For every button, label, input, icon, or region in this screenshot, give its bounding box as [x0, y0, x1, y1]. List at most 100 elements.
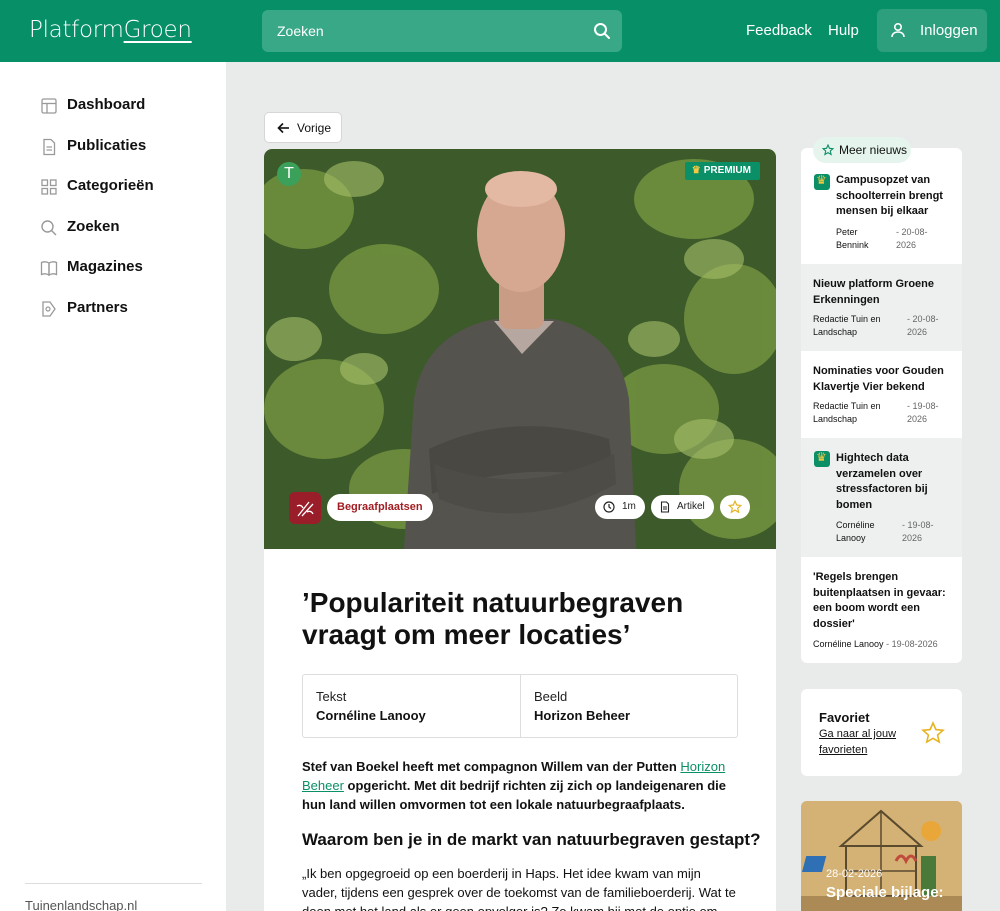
favorites-title: Favoriet	[819, 710, 870, 725]
article-lead: Stef van Boekel heeft met compagnon Will…	[302, 757, 738, 814]
news-date: - 20-08-2026	[907, 313, 952, 338]
arrow-left-icon	[277, 122, 290, 134]
credit-value: Cornéline Lanooy	[316, 708, 426, 723]
news-item[interactable]: ♛ Hightech data verzamelen over stressfa…	[801, 438, 962, 557]
credit-value: Horizon Beheer	[534, 708, 630, 723]
lead-text-2: opgericht. Met dit bedrijf richten zij z…	[302, 778, 726, 812]
sidebar-item-dashboard[interactable]: Dashboard	[40, 95, 210, 117]
publisher-badge: T	[277, 162, 301, 186]
logo-text-platform: Platform	[29, 17, 124, 43]
premium-crown-icon: ♛	[814, 174, 830, 190]
news-author: Redactie Tuin en Landschap	[813, 313, 893, 338]
sidebar-item-zoeken[interactable]: Zoeken	[40, 217, 210, 239]
sidebar-item-magazines[interactable]: Magazines	[40, 257, 210, 279]
logo[interactable]: PlatformGroen	[29, 17, 192, 43]
book-icon	[40, 259, 58, 277]
premium-label: PREMIUM	[704, 165, 751, 176]
top-bar: PlatformGroen Zoeken Feedback Hulp Inlog…	[0, 0, 1000, 62]
news-date: - 19-08-2026	[886, 639, 938, 649]
sidebar-item-label: Categorieën	[67, 177, 154, 194]
crown-icon: ♛	[692, 165, 701, 176]
hero-photo	[264, 149, 776, 549]
star-icon	[728, 500, 742, 514]
star-icon	[822, 144, 834, 156]
article-type: Artikel	[677, 495, 705, 519]
news-author: Cornéline Lanooy	[813, 639, 884, 649]
news-title: Nominaties voor Gouden Klavertje Vier be…	[813, 364, 951, 395]
clock-icon	[603, 501, 615, 513]
article-card: T ♛PREMIUM Begraafplaatsen 1m Artikel ’P…	[264, 149, 776, 911]
premium-crown-icon: ♛	[814, 451, 830, 467]
sidebar-divider	[25, 883, 202, 884]
read-time: 1m	[622, 495, 636, 519]
sidebar-footer-link[interactable]: Tuinenlandschap.nl	[25, 898, 137, 911]
feedback-link[interactable]: Feedback	[746, 22, 812, 39]
type-badge: Artikel	[651, 495, 714, 519]
news-author: Cornéline Lanooy	[836, 519, 891, 544]
news-item[interactable]: ♛ Campusopzet van schoolterrein brengt m…	[801, 170, 962, 264]
search-input[interactable]: Zoeken	[277, 23, 324, 39]
more-news-tab[interactable]: Meer nieuws	[813, 137, 911, 163]
document-icon	[659, 501, 671, 513]
partners-icon	[40, 300, 58, 318]
news-title: Nieuw platform Groene Erkenningen	[813, 277, 951, 308]
grid-icon	[40, 178, 58, 196]
logo-text-groen: Groen	[124, 17, 192, 43]
article-subheading: Waarom ben je in de markt van natuurbegr…	[302, 830, 760, 850]
news-date: - 19-08-2026	[907, 400, 952, 425]
magazine-card[interactable]: 28-02-2026 Speciale bijlage:	[801, 801, 962, 911]
magazine-title: Speciale bijlage:	[826, 884, 944, 901]
news-byline: Cornéline Lanooy - 19-08-2026	[813, 638, 953, 651]
document-icon	[40, 138, 58, 156]
news-date: - 19-08-2026	[902, 519, 947, 544]
search-icon	[40, 219, 58, 237]
sidebar-item-categorieen[interactable]: Categorieën	[40, 176, 210, 198]
search-bar[interactable]: Zoeken	[262, 10, 622, 52]
help-link[interactable]: Hulp	[828, 22, 859, 39]
credit-text: Tekst Cornéline Lanooy	[303, 675, 520, 737]
article-title: ’Populariteit natuurbegraven vraagt om m…	[302, 587, 732, 651]
sidebar-item-label: Magazines	[67, 258, 143, 275]
news-author: Redactie Tuin en Landschap	[813, 400, 893, 425]
lead-text-1: Stef van Boekel heeft met compagnon Will…	[302, 759, 680, 774]
login-button[interactable]: Inloggen	[877, 9, 987, 52]
login-label: Inloggen	[920, 22, 978, 39]
sidebar-item-label: Partners	[67, 299, 128, 316]
news-title: 'Regels brengen buitenplaatsen in gevaar…	[813, 570, 951, 632]
read-time-badge: 1m	[595, 495, 645, 519]
favorites-card: Favoriet Ga naar al jouw favorieten	[801, 689, 962, 776]
user-icon	[890, 22, 906, 38]
category-icon	[289, 492, 321, 524]
news-panel: ♛ Campusopzet van schoolterrein brengt m…	[801, 148, 962, 663]
credit-label: Tekst	[316, 689, 346, 704]
favorites-link[interactable]: Ga naar al jouw favorieten	[819, 727, 919, 758]
news-item[interactable]: Nieuw platform Groene Erkenningen Redact…	[801, 264, 962, 351]
article-body: „Ik ben opgegroeid op een boerderij in H…	[302, 864, 738, 911]
search-icon[interactable]	[593, 22, 611, 40]
news-title: Campusopzet van schoolterrein brengt men…	[836, 173, 951, 220]
news-date: - 20-08-2026	[896, 226, 941, 251]
favorite-button[interactable]	[720, 495, 750, 519]
news-author: Peter Bennink	[836, 226, 891, 251]
hero-image: T ♛PREMIUM Begraafplaatsen 1m Artikel	[264, 149, 776, 549]
sidebar-item-label: Zoeken	[67, 218, 120, 235]
dashboard-icon	[40, 97, 58, 115]
more-news-label: Meer nieuws	[839, 143, 907, 157]
sidebar-item-partners[interactable]: Partners	[40, 298, 210, 320]
sidebar-item-publicaties[interactable]: Publicaties	[40, 136, 210, 158]
star-icon[interactable]	[921, 721, 945, 745]
credit-image: Beeld Horizon Beheer	[520, 675, 737, 737]
sidebar-item-label: Dashboard	[67, 96, 145, 113]
magazine-date: 28-02-2026	[826, 868, 882, 880]
back-button[interactable]: Vorige	[264, 112, 342, 143]
credit-label: Beeld	[534, 689, 567, 704]
credits-table: Tekst Cornéline Lanooy Beeld Horizon Beh…	[302, 674, 738, 738]
sidebar-item-label: Publicaties	[67, 137, 146, 154]
news-title: Hightech data verzamelen over stressfact…	[836, 451, 936, 513]
news-item[interactable]: Nominaties voor Gouden Klavertje Vier be…	[801, 351, 962, 438]
premium-badge: ♛PREMIUM	[685, 162, 760, 180]
category-tag[interactable]: Begraafplaatsen	[327, 494, 433, 521]
back-label: Vorige	[297, 121, 331, 135]
news-item[interactable]: 'Regels brengen buitenplaatsen in gevaar…	[801, 557, 962, 663]
sidebar: Dashboard Publicaties Categorieën Zoeken…	[0, 62, 226, 911]
